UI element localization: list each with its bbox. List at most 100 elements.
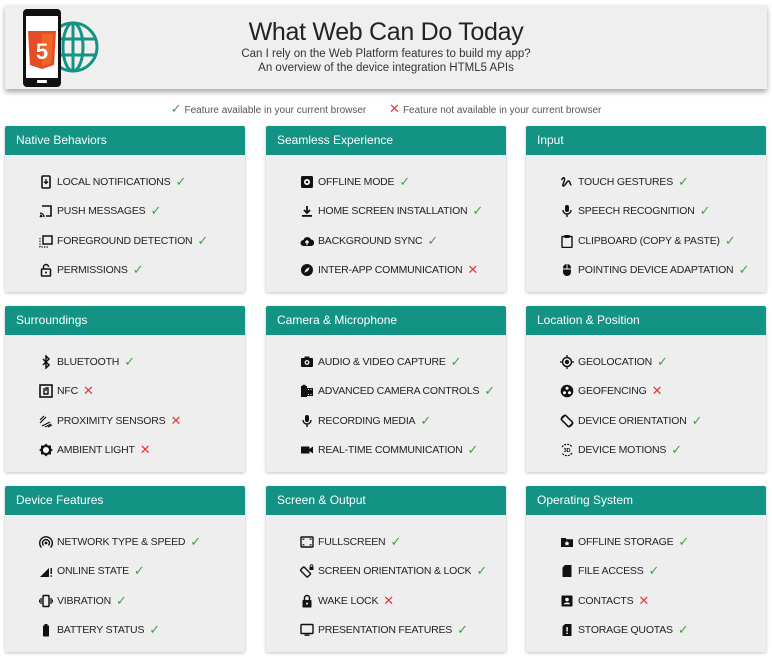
monitor-icon <box>299 623 314 638</box>
check-icon: ✓ <box>691 412 703 428</box>
feature-item-foreground-detection[interactable]: FOREGROUND DETECTION ✓ <box>38 226 245 256</box>
category-card-device-features: Device Features NETWORK TYPE & SPEED ✓ ONLI… <box>5 486 245 652</box>
feature-item-push-messages[interactable]: PUSH MESSAGES ✓ <box>38 197 245 227</box>
feature-label: PRESENTATION FEATURES <box>318 624 453 637</box>
check-icon: ✓ <box>132 262 144 278</box>
mouse-icon <box>559 263 574 278</box>
page-description: An overview of the device integration HT… <box>258 62 514 74</box>
signal-icon <box>38 564 53 579</box>
feature-item-speech-recognition[interactable]: SPEECH RECOGNITION ✓ <box>559 197 766 227</box>
feature-item-clipboard-copy-and-paste[interactable]: CLIPBOARD (COPY & PASTE) ✓ <box>559 226 766 256</box>
feature-item-permissions[interactable]: PERMISSIONS ✓ <box>38 256 245 286</box>
nfc-icon <box>38 384 53 399</box>
sd-card-icon <box>559 564 574 579</box>
feature-label: PUSH MESSAGES <box>57 205 146 218</box>
cross-icon: ✕ <box>139 442 151 458</box>
category-card-surroundings: Surroundings BLUETOOTH ✓ NFC ✕ PROXIMITY SENS… <box>5 306 245 472</box>
check-icon: ✓ <box>124 353 135 369</box>
category-title: Seamless Experience <box>266 126 506 155</box>
cross-icon: ✕ <box>467 262 479 278</box>
legend-unavailable: ✕ Feature not available in your current b… <box>389 101 601 117</box>
settings-box-icon <box>299 174 314 189</box>
lock-icon <box>299 593 314 608</box>
feature-item-storage-quotas[interactable]: STORAGE QUOTAS ✓ <box>559 616 766 646</box>
camera-roll-icon <box>299 384 314 399</box>
feature-item-presentation-features[interactable]: PRESENTATION FEATURES ✓ <box>299 616 506 646</box>
feature-label: FILE ACCESS <box>578 565 644 578</box>
feature-label: STORAGE QUOTAS <box>578 624 673 637</box>
feature-item-offline-storage[interactable]: OFFLINE STORAGE ✓ <box>559 527 766 557</box>
page-subtitle: Can I rely on the Web Platform features … <box>241 48 531 60</box>
feature-label: BATTERY STATUS <box>57 624 145 637</box>
feature-item-geofencing[interactable]: GEOFENCING ✕ <box>559 377 766 407</box>
feature-item-vibration[interactable]: VIBRATION ✓ <box>38 586 245 616</box>
feature-item-nfc[interactable]: NFC ✕ <box>38 377 245 407</box>
category-card-input: Input TOUCH GESTURES ✓ SPEECH RECOGNITION ✓ C… <box>526 126 766 292</box>
compass-icon <box>299 263 314 278</box>
feature-item-network-type-and-speed[interactable]: NETWORK TYPE & SPEED ✓ <box>38 527 245 557</box>
feature-label: TOUCH GESTURES <box>578 175 674 188</box>
check-icon: ✓ <box>476 563 488 579</box>
feature-item-audio-and-video-capture[interactable]: AUDIO & VIDEO CAPTURE ✓ <box>299 347 506 377</box>
videocam-icon <box>299 443 314 458</box>
feature-item-contacts[interactable]: CONTACTS ✕ <box>559 586 766 616</box>
feature-item-background-sync[interactable]: BACKGROUND SYNC ✓ <box>299 226 506 256</box>
check-icon: ✓ <box>427 232 439 248</box>
check-icon: ✓ <box>699 203 711 219</box>
feature-item-touch-gestures[interactable]: TOUCH GESTURES ✓ <box>559 167 766 197</box>
selection-icon <box>38 233 53 248</box>
screen-rotation-icon <box>559 413 574 428</box>
feature-item-pointing-device-adaptation[interactable]: POINTING DEVICE ADAPTATION ✓ <box>559 256 766 286</box>
check-icon: ✓ <box>399 173 411 189</box>
category-title: Screen & Output <box>266 486 506 515</box>
cross-icon: ✕ <box>651 383 663 399</box>
feature-item-file-access[interactable]: FILE ACCESS ✓ <box>559 557 766 587</box>
feature-item-wake-lock[interactable]: WAKE LOCK ✕ <box>299 586 506 616</box>
cloud-upload-icon <box>299 233 314 248</box>
feature-item-ambient-light[interactable]: AMBIENT LIGHT ✕ <box>38 436 245 466</box>
feature-item-advanced-camera-controls[interactable]: ADVANCED CAMERA CONTROLS ✓ <box>299 377 506 407</box>
feature-item-bluetooth[interactable]: BLUETOOTH ✓ <box>38 347 245 377</box>
sd-card-alert-icon <box>559 623 574 638</box>
check-icon: ✓ <box>175 173 187 189</box>
feature-item-recording-media[interactable]: RECORDING MEDIA ✓ <box>299 406 506 436</box>
category-title: Native Behaviors <box>5 126 245 155</box>
cross-icon: ✕ <box>389 101 400 116</box>
feature-item-offline-mode[interactable]: OFFLINE MODE ✓ <box>299 167 506 197</box>
feature-item-device-motions[interactable]: 3D DEVICE MOTIONS ✓ <box>559 436 766 466</box>
check-icon: ✓ <box>738 262 750 278</box>
camera-icon <box>299 354 314 369</box>
feature-label: GEOFENCING <box>578 385 647 398</box>
category-title: Input <box>526 126 766 155</box>
feature-label: BLUETOOTH <box>57 355 120 368</box>
check-icon: ✓ <box>648 563 660 579</box>
category-title: Operating System <box>526 486 766 515</box>
category-card-location-and-position: Location & Position GEOLOCATION ✓ GEOFENCIN… <box>526 306 766 472</box>
feature-item-fullscreen[interactable]: FULLSCREEN ✓ <box>299 527 506 557</box>
download-icon <box>299 204 314 219</box>
feature-label: SPEECH RECOGNITION <box>578 205 695 218</box>
category-card-camera-and-microphone: Camera & Microphone AUDIO & VIDEO CAPTURE… <box>266 306 506 472</box>
microphone-icon <box>559 204 574 219</box>
feature-item-online-state[interactable]: ONLINE STATE ✓ <box>38 557 245 587</box>
check-icon: ✓ <box>657 353 668 369</box>
feature-label: BACKGROUND SYNC <box>318 234 423 247</box>
feature-label: OFFLINE STORAGE <box>578 535 674 548</box>
feature-item-device-orientation[interactable]: DEVICE ORIENTATION ✓ <box>559 406 766 436</box>
check-icon: ✓ <box>472 203 484 219</box>
cross-icon: ✕ <box>638 592 650 608</box>
microphone-icon <box>299 413 314 428</box>
feature-item-geolocation[interactable]: GEOLOCATION ✓ <box>559 347 766 377</box>
feature-item-proximity-sensors[interactable]: PROXIMITY SENSORS ✕ <box>38 406 245 436</box>
feature-item-home-screen-installation[interactable]: HOME SCREEN INSTALLATION ✓ <box>299 197 506 227</box>
feature-label: AMBIENT LIGHT <box>57 444 135 457</box>
feature-label: ONLINE STATE <box>57 565 129 578</box>
feature-item-inter-app-communication[interactable]: INTER-APP COMMUNICATION ✕ <box>299 256 506 286</box>
feature-item-screen-orientation-and-lock[interactable]: SCREEN ORIENTATION & LOCK ✓ <box>299 557 506 587</box>
check-icon: ✓ <box>116 592 127 608</box>
feature-item-real-time-communication[interactable]: REAL-TIME COMMUNICATION ✓ <box>299 436 506 466</box>
feature-label: REAL-TIME COMMUNICATION <box>318 444 463 457</box>
feature-label: FOREGROUND DETECTION <box>57 234 193 247</box>
feature-item-local-notifications[interactable]: LOCAL NOTIFICATIONS ✓ <box>38 167 245 197</box>
feature-item-battery-status[interactable]: BATTERY STATUS ✓ <box>38 616 245 646</box>
